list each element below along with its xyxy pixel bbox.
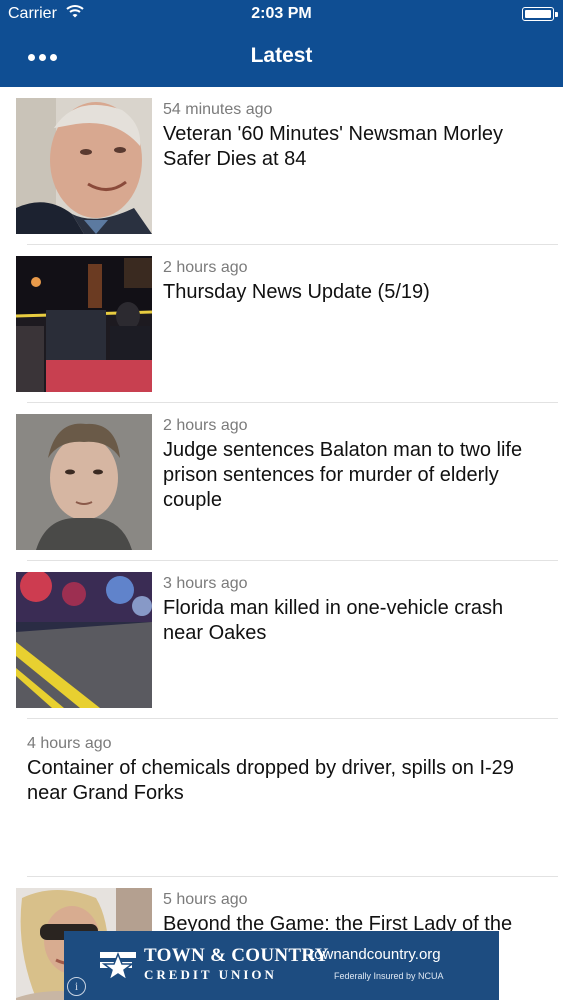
news-feed: 54 minutes ago Veteran '60 Minutes' News… [0, 87, 563, 1000]
page-title: Latest [250, 44, 313, 67]
news-item-text: 54 minutes ago Veteran '60 Minutes' News… [163, 99, 543, 172]
news-headline[interactable]: Container of chemicals dropped by driver… [27, 756, 543, 806]
news-thumbnail [16, 98, 152, 234]
news-item-text: 2 hours ago Thursday News Update (5/19) [163, 257, 543, 305]
news-time: 5 hours ago [163, 891, 248, 908]
ad-url[interactable]: townandcountry.org [310, 946, 441, 963]
ad-banner[interactable]: TOWN & COUNTRY CREDIT UNION townandcount… [64, 931, 499, 1000]
news-headline[interactable]: Thursday News Update (5/19) [163, 280, 543, 305]
ad-disclaimer: Federally Insured by NCUA [334, 971, 444, 981]
news-time: 54 minutes ago [163, 101, 273, 118]
news-item[interactable]: 54 minutes ago Veteran '60 Minutes' News… [0, 87, 563, 245]
ad-brand-name: TOWN & COUNTRY [144, 945, 329, 966]
battery-icon [522, 7, 558, 21]
news-item[interactable]: 2 hours ago Judge sentences Balaton man … [0, 403, 563, 561]
news-item[interactable]: 4 hours ago Container of chemicals dropp… [0, 719, 563, 877]
news-headline[interactable]: Florida man killed in one-vehicle crash … [163, 596, 543, 646]
news-thumbnail [16, 256, 152, 392]
news-item[interactable]: 3 hours ago Florida man killed in one-ve… [0, 561, 563, 719]
info-icon[interactable]: i [67, 977, 86, 996]
news-item[interactable]: 2 hours ago Thursday News Update (5/19) [0, 245, 563, 403]
news-thumbnail [16, 414, 152, 550]
news-item-text: 3 hours ago Florida man killed in one-ve… [163, 573, 543, 646]
news-time: 4 hours ago [27, 735, 112, 752]
news-headline[interactable]: Veteran '60 Minutes' Newsman Morley Safe… [163, 122, 543, 172]
news-time: 3 hours ago [163, 575, 248, 592]
status-bar: Carrier 2:03 PM [0, 0, 563, 28]
news-thumbnail [16, 572, 152, 708]
news-item-text: 4 hours ago Container of chemicals dropp… [27, 733, 543, 806]
news-time: 2 hours ago [163, 417, 248, 434]
credit-union-logo-icon [98, 948, 138, 987]
news-headline[interactable]: Judge sentences Balaton man to two life … [163, 438, 543, 513]
news-time: 2 hours ago [163, 259, 248, 276]
nav-bar: Latest [0, 28, 563, 87]
ad-brand-subtitle: CREDIT UNION [144, 967, 277, 982]
status-time: 2:03 PM [251, 5, 312, 22]
app-header: Carrier 2:03 PM Latest [0, 0, 563, 87]
news-item-text: 2 hours ago Judge sentences Balaton man … [163, 415, 543, 513]
